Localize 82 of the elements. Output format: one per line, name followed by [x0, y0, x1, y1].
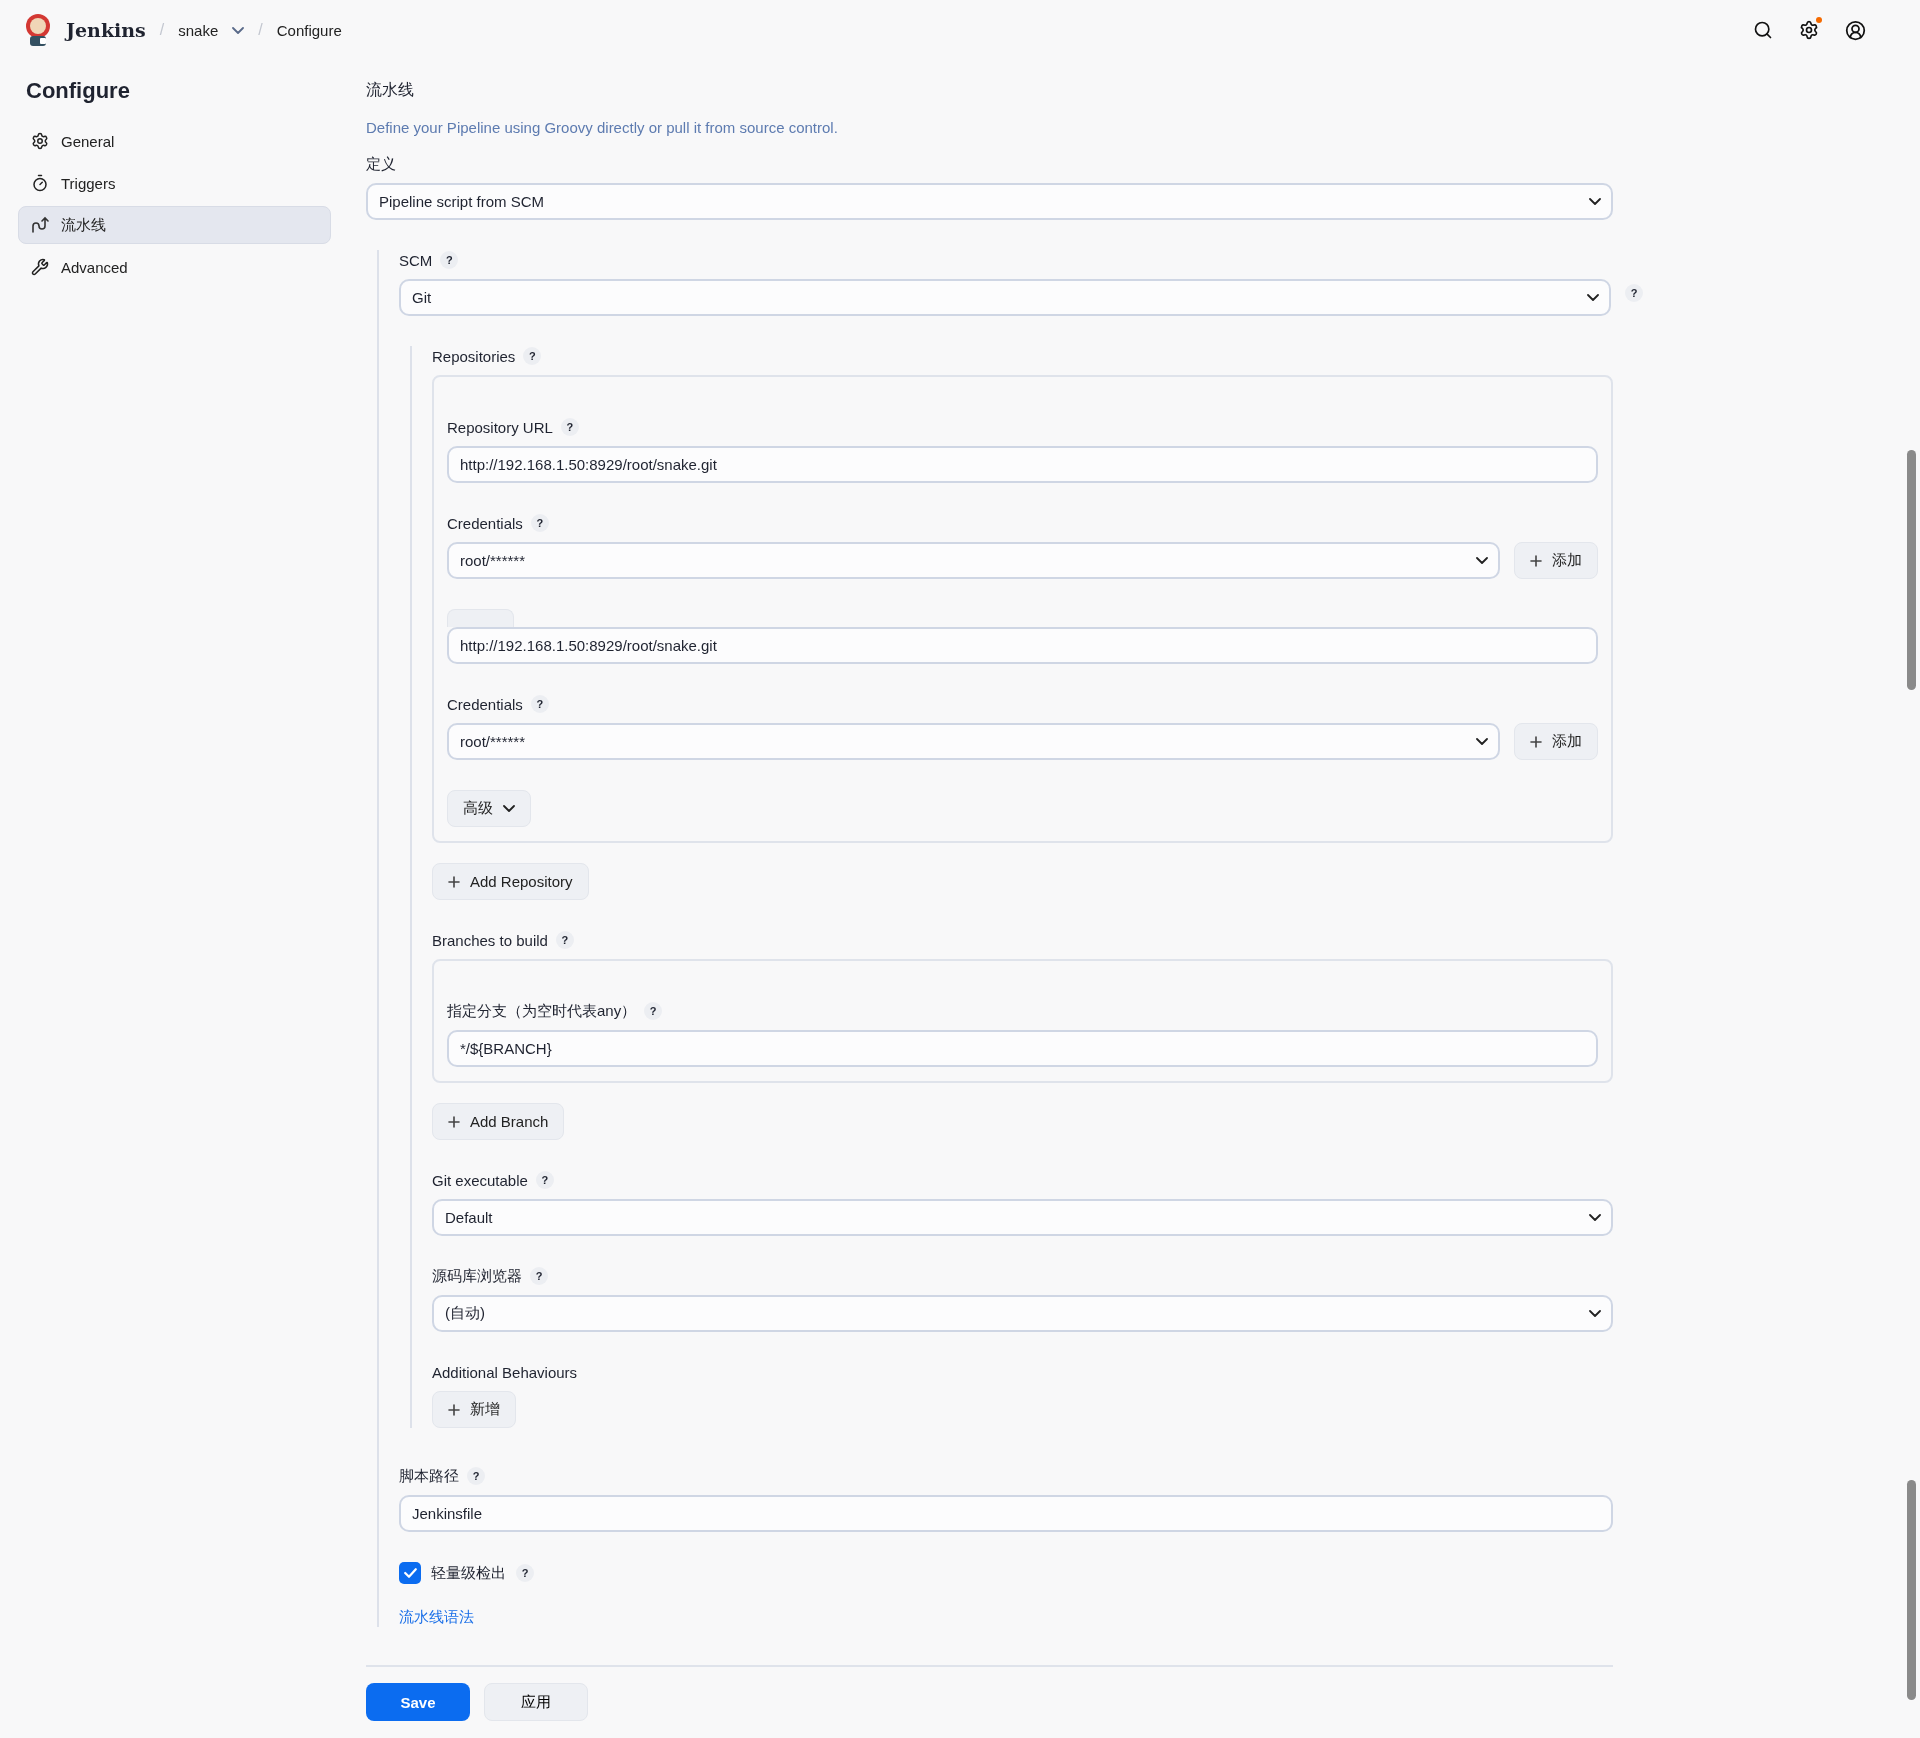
- section-description: Define your Pipeline using Groovy directly or pull it from source control.: [366, 119, 839, 136]
- syntax-link[interactable]: 流水线语法: [399, 1608, 474, 1625]
- plus-icon: [448, 1403, 460, 1416]
- chevron-icon: [1589, 198, 1601, 205]
- page-title: Configure: [26, 78, 131, 104]
- field-label: Branches to build: [432, 931, 548, 949]
- field-label: SCM: [399, 251, 433, 269]
- user-icon[interactable]: [1845, 19, 1866, 41]
- select-field[interactable]: (自动): [432, 1295, 1613, 1332]
- pipeline-icon: [31, 216, 49, 234]
- select-field[interactable]: Pipeline script from SCM: [366, 183, 1613, 220]
- save-button[interactable]: Save: [366, 1683, 470, 1721]
- settings-icon[interactable]: [1799, 20, 1819, 40]
- add-button[interactable]: Add Repository: [432, 863, 589, 900]
- apply-button[interactable]: 应用: [484, 1683, 588, 1721]
- field-label: 源码库浏览器: [432, 1266, 522, 1286]
- help-icon[interactable]: ?: [555, 931, 574, 949]
- chevron-icon: [503, 805, 515, 812]
- checkbox-label: 轻量级检出: [431, 1563, 506, 1583]
- help-icon[interactable]: ?: [530, 514, 549, 532]
- select-field[interactable]: root/******: [447, 542, 1500, 579]
- chevron-icon: [1476, 557, 1488, 564]
- help-icon[interactable]: ?: [560, 418, 579, 436]
- breadcrumb-link[interactable]: Configure: [276, 21, 342, 39]
- help-icon[interactable]: ?: [644, 1002, 663, 1020]
- sidebar-item[interactable]: 流水线: [18, 206, 331, 244]
- chevron-icon: [232, 26, 245, 34]
- plus-icon: [1530, 554, 1542, 567]
- help-icon[interactable]: ?: [530, 1267, 548, 1285]
- dropdown-toggle[interactable]: [232, 26, 245, 34]
- search-icon[interactable]: [1753, 20, 1773, 40]
- breadcrumb-link[interactable]: snake: [178, 21, 219, 39]
- plus-icon: [1530, 735, 1542, 748]
- select-field[interactable]: Git: [399, 279, 1611, 316]
- help-icon[interactable]: ?: [440, 251, 459, 269]
- sidebar-item[interactable]: Triggers: [18, 164, 331, 202]
- field-label: Credentials: [447, 695, 523, 713]
- field-label: Credentials: [447, 514, 523, 532]
- logo-icon: [24, 12, 52, 48]
- section-title: 流水线: [366, 80, 415, 100]
- wrench-icon: [31, 258, 49, 276]
- field-label: Repository URL: [447, 418, 553, 436]
- clipped-button[interactable]: [447, 609, 514, 627]
- field-label: Repositories: [432, 347, 516, 365]
- select-field[interactable]: root/******: [447, 723, 1500, 760]
- add-button[interactable]: Add Branch: [432, 1103, 565, 1140]
- advanced-button[interactable]: 高级: [447, 790, 531, 827]
- field-label: 定义: [366, 154, 396, 174]
- add-button[interactable]: 新增: [432, 1391, 516, 1428]
- add-button[interactable]: 添加: [1514, 542, 1598, 579]
- chevron-icon: [1589, 1310, 1601, 1317]
- add-button[interactable]: 添加: [1514, 723, 1598, 760]
- check-icon: [403, 1568, 417, 1578]
- gear-icon: [31, 132, 49, 150]
- breadcrumb-separator: /: [258, 21, 263, 39]
- field-label: 脚本路径: [399, 1466, 459, 1486]
- field-label: Additional Behaviours: [432, 1363, 578, 1381]
- help-icon[interactable]: ?: [516, 1564, 534, 1582]
- help-icon[interactable]: ?: [535, 1171, 554, 1189]
- checkbox[interactable]: [399, 1562, 421, 1584]
- help-icon[interactable]: ?: [530, 695, 549, 713]
- chevron-icon: [1587, 294, 1599, 301]
- plus-icon: [448, 1115, 460, 1128]
- help-icon[interactable]: ?: [1625, 284, 1643, 302]
- plus-icon: [448, 875, 460, 888]
- breadcrumb-separator: /: [159, 21, 165, 39]
- sidebar-item[interactable]: Advanced: [18, 248, 331, 286]
- help-icon[interactable]: ?: [523, 347, 542, 365]
- field-label: 指定分支（为空时代表any）: [447, 1001, 637, 1021]
- input-field[interactable]: http://192.168.1.50:8929/root/snake.git: [447, 627, 1598, 664]
- timer-icon: [31, 174, 49, 192]
- input-field[interactable]: http://192.168.1.50:8929/root/snake.git: [447, 446, 1598, 483]
- select-field[interactable]: Default: [432, 1199, 1613, 1236]
- input-field[interactable]: */${BRANCH}: [447, 1030, 1598, 1067]
- chevron-icon: [1476, 738, 1488, 745]
- help-icon[interactable]: ?: [467, 1467, 485, 1485]
- scrollbar[interactable]: [1907, 450, 1916, 1700]
- chevron-icon: [1589, 1214, 1601, 1221]
- field-label: Git executable: [432, 1171, 528, 1189]
- sidebar-item[interactable]: General: [18, 122, 331, 160]
- brand-name[interactable]: Jenkins: [66, 19, 146, 41]
- input-field[interactable]: Jenkinsfile: [399, 1495, 1613, 1532]
